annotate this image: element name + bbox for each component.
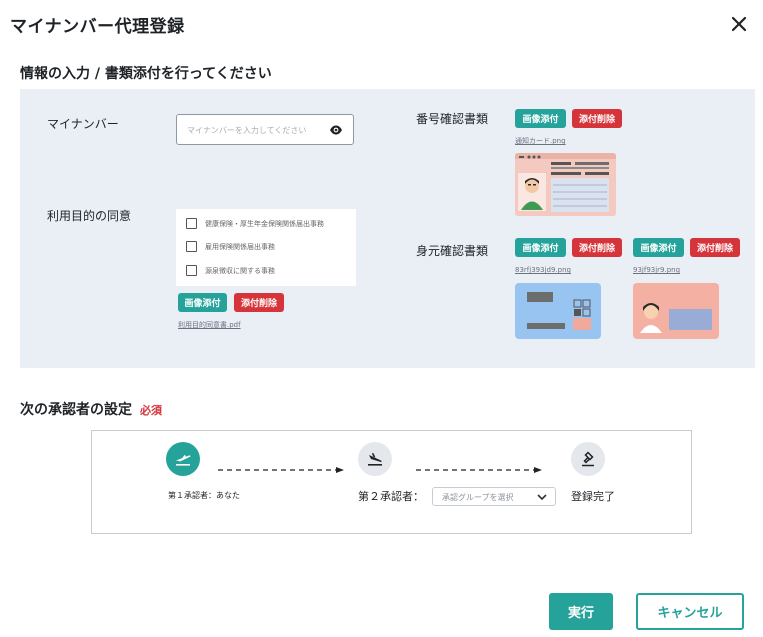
id-card-front-thumbnail [515, 283, 601, 339]
dialog-title: マイナンバー代理登録 [10, 17, 185, 37]
close-icon [731, 16, 747, 32]
close-button[interactable] [726, 11, 752, 37]
number-doc-file-link[interactable]: 通知カード.png [515, 136, 566, 146]
step-2-label: 第２承認者： [358, 490, 424, 503]
number-doc-label: 番号確認書類 [416, 112, 489, 126]
stamp-icon [582, 451, 594, 467]
plane-landing-icon [368, 453, 382, 466]
approver-section-title: 次の承認者の設定 [20, 402, 132, 418]
identity-doc-label: 身元確認書類 [416, 244, 489, 258]
notification-card-thumbnail [515, 153, 616, 216]
consent-attach-button[interactable]: 画像添付 [178, 293, 227, 312]
consent-delete-button[interactable]: 添付削除 [234, 293, 284, 312]
consent-item-employment-insurance: 雇用保険関係届出事務 [186, 241, 275, 252]
identity-doc-file-link-2[interactable]: 93jf93jr9.png [633, 266, 680, 274]
number-doc-delete-button[interactable]: 添付削除 [572, 109, 622, 128]
submit-button[interactable]: 実行 [549, 593, 613, 630]
identity-doc-attach-button-1[interactable]: 画像添付 [515, 238, 566, 257]
step-1-circle [166, 442, 200, 476]
chevron-down-icon [537, 494, 547, 501]
step-2-circle [358, 442, 392, 476]
consent-item-label: 健康保険・厚生年金保険関係届出事務 [205, 219, 324, 228]
identity-doc-attach-button-2[interactable]: 画像添付 [633, 238, 684, 257]
cancel-button[interactable]: キャンセル [636, 593, 744, 630]
required-badge: 必須 [140, 404, 162, 417]
id-card-back-thumbnail [633, 283, 719, 339]
section-title-documents: 情報の入力 / 書類添付を行ってください [20, 66, 272, 82]
step-3-circle [571, 442, 605, 476]
step-arrow-2 [416, 458, 542, 477]
consent-item-withholding: 源泉徴収に関する事務 [186, 265, 275, 276]
consent-item-label: 雇用保険関係届出事務 [205, 242, 275, 251]
plane-departure-icon [176, 455, 191, 466]
consent-label: 利用目的の同意 [47, 209, 132, 223]
approver-group-placeholder: 承認グループを選択 [442, 493, 514, 502]
step-arrow-1 [218, 458, 344, 477]
identity-doc-delete-button-2[interactable]: 添付削除 [690, 238, 740, 257]
step-1-label: 第１承認者：あなた [168, 491, 240, 500]
mynumber-input[interactable] [187, 121, 321, 139]
number-doc-attach-button[interactable]: 画像添付 [515, 109, 566, 128]
identity-doc-file-link-1[interactable]: 83rfj393jd9.png [515, 266, 571, 274]
consent-item-label: 源泉徴収に関する事務 [205, 266, 275, 275]
mynumber-field [176, 114, 354, 145]
consent-checkbox[interactable] [186, 265, 197, 276]
consent-checkbox[interactable] [186, 241, 197, 252]
consent-item-health-insurance: 健康保険・厚生年金保険関係届出事務 [186, 218, 324, 229]
mynumber-label: マイナンバー [47, 117, 119, 131]
consent-file-link[interactable]: 利用目的同意書.pdf [178, 320, 241, 330]
section-title-approver: 次の承認者の設定 必須 [20, 399, 162, 419]
approver-group-select[interactable]: 承認グループを選択 [432, 487, 556, 506]
step-3-label: 登録完了 [571, 490, 615, 503]
consent-checkbox[interactable] [186, 218, 197, 229]
consent-list: 健康保険・厚生年金保険関係届出事務 雇用保険関係届出事務 源泉徴収に関する事務 [176, 209, 356, 286]
identity-doc-delete-button-1[interactable]: 添付削除 [572, 238, 622, 257]
eye-icon[interactable] [329, 124, 343, 136]
